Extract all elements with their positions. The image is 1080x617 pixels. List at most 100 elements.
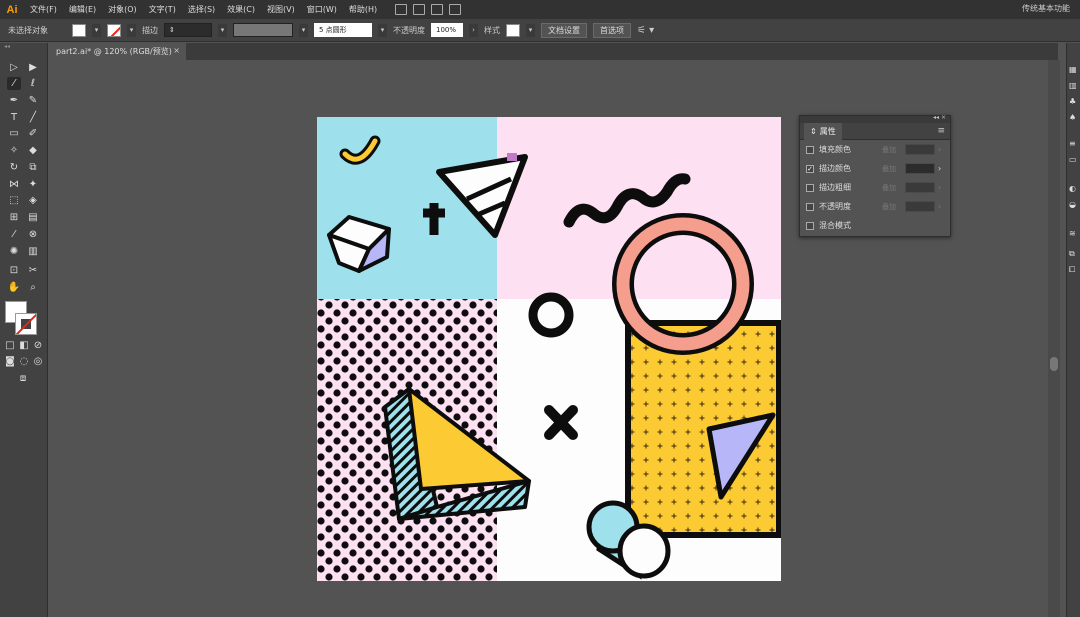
artboards-panel-icon[interactable]: ⧉ bbox=[1069, 249, 1079, 258]
width-tool-icon[interactable]: ⋈ bbox=[7, 178, 21, 191]
panel-collapse-icon[interactable]: ◂◂ × bbox=[933, 114, 946, 121]
transparency-panel-icon[interactable]: ◐ bbox=[1069, 184, 1079, 193]
eyedropper-tool-icon[interactable]: ⁄ bbox=[7, 228, 21, 241]
chevron-down-icon[interactable]: ▾ bbox=[378, 23, 387, 37]
rotate-tool-icon[interactable]: ↻ bbox=[7, 161, 21, 174]
checkbox-stroke-weight[interactable] bbox=[806, 183, 814, 192]
perspective-grid-tool-icon[interactable]: ⊞ bbox=[7, 211, 21, 224]
workspace-switcher[interactable]: 传统基本功能 bbox=[1022, 3, 1070, 14]
screen-mode-icon[interactable]: ⧈ bbox=[16, 372, 30, 385]
blend-tool-icon[interactable]: ⊗ bbox=[26, 228, 40, 241]
artboard[interactable] bbox=[317, 117, 781, 581]
opacity-label[interactable]: 不透明度 bbox=[393, 25, 425, 36]
document-setup-button[interactable]: 文档设置 bbox=[541, 22, 587, 38]
checkbox-stroke-color[interactable]: ✓ bbox=[806, 164, 814, 173]
opacity-field[interactable]: 100% bbox=[431, 23, 463, 37]
hand-tool-icon[interactable]: ✋ bbox=[7, 281, 21, 294]
line-tool-icon[interactable]: ╱ bbox=[26, 111, 40, 124]
lasso-tool-icon[interactable]: ℓ bbox=[26, 77, 40, 90]
checkbox-fill-color[interactable] bbox=[806, 145, 814, 154]
chevron-down-icon[interactable]: ▾ bbox=[218, 23, 227, 37]
chevron-right-icon[interactable]: › bbox=[938, 164, 941, 173]
menu-type[interactable]: 文字(T) bbox=[143, 4, 182, 15]
appearance-panel-icon[interactable]: ◒ bbox=[1069, 200, 1079, 209]
type-tool-icon[interactable]: T bbox=[7, 111, 21, 124]
slice-tool-icon[interactable]: ✂ bbox=[26, 264, 40, 277]
column-graph-tool-icon[interactable]: ▥ bbox=[26, 245, 40, 258]
magic-wand-tool-icon[interactable]: ⁄ bbox=[7, 77, 21, 90]
row-value-field[interactable] bbox=[905, 201, 935, 212]
checkbox-blend-mode[interactable] bbox=[806, 221, 814, 230]
menu-help[interactable]: 帮助(H) bbox=[343, 4, 383, 15]
pen-tool-icon[interactable]: ✒ bbox=[7, 94, 21, 107]
panel-tab[interactable]: ⇕ 属性 bbox=[804, 122, 842, 140]
symbol-sprayer-tool-icon[interactable]: ✺ bbox=[7, 245, 21, 258]
row-value-field[interactable] bbox=[905, 182, 935, 193]
layers-panel-icon[interactable]: ≋ bbox=[1069, 229, 1079, 238]
color-panel-icon[interactable]: ▦ bbox=[1069, 65, 1079, 74]
checkbox-opacity[interactable] bbox=[806, 202, 814, 211]
row-value-field[interactable] bbox=[905, 144, 935, 155]
none-mode-icon[interactable]: ⊘ bbox=[31, 339, 45, 352]
scrollbar-thumb[interactable] bbox=[1050, 357, 1058, 371]
brushes-panel-icon[interactable]: ♣ bbox=[1069, 97, 1079, 106]
stock-icon[interactable] bbox=[413, 4, 426, 15]
chevron-down-icon[interactable]: ▾ bbox=[92, 23, 101, 37]
shaper-tool-icon[interactable]: ✧ bbox=[7, 144, 21, 157]
zoom-tool-icon[interactable]: ⌕ bbox=[26, 281, 40, 294]
paintbrush-tool-icon[interactable]: ✐ bbox=[26, 127, 40, 140]
stroke-color-box[interactable] bbox=[15, 313, 37, 335]
chevron-down-icon[interactable]: ▾ bbox=[127, 23, 136, 37]
stroke-label[interactable]: 描边 bbox=[142, 25, 158, 36]
vertical-scrollbar[interactable] bbox=[1048, 60, 1060, 617]
chevron-down-icon[interactable]: ▾ bbox=[299, 23, 308, 37]
artboard-tool-icon[interactable]: ⊡ bbox=[7, 264, 21, 277]
draw-behind-icon[interactable]: ◌ bbox=[17, 355, 31, 368]
stroke-weight-field[interactable]: ⇕ bbox=[164, 23, 212, 37]
close-icon[interactable]: × bbox=[173, 46, 180, 55]
swatches-panel-icon[interactable]: ▥ bbox=[1069, 81, 1079, 90]
rectangle-tool-icon[interactable]: ▭ bbox=[7, 127, 21, 140]
menu-select[interactable]: 选择(S) bbox=[182, 4, 221, 15]
puppet-warp-tool-icon[interactable]: ✦ bbox=[26, 178, 40, 191]
menu-window[interactable]: 窗口(W) bbox=[301, 4, 343, 15]
arrange-icon[interactable]: ⚟ ▾ bbox=[637, 25, 654, 36]
draw-normal-icon[interactable]: ◙ bbox=[3, 355, 17, 368]
brush-definition-field[interactable]: 5 点圆形 bbox=[314, 23, 372, 37]
menu-object[interactable]: 对象(O) bbox=[102, 4, 143, 15]
menu-file[interactable]: 文件(F) bbox=[24, 4, 63, 15]
color-mode-icon[interactable]: □ bbox=[3, 339, 17, 352]
row-value-field[interactable] bbox=[905, 163, 935, 174]
gradient-tool-icon[interactable]: ▤ bbox=[26, 211, 40, 224]
gpu-performance-icon[interactable] bbox=[449, 4, 462, 15]
curvature-tool-icon[interactable]: ✎ bbox=[26, 94, 40, 107]
small-ring[interactable] bbox=[528, 292, 574, 338]
asset-export-icon[interactable]: ⧠ bbox=[1069, 265, 1079, 274]
draw-inside-icon[interactable]: ◎ bbox=[31, 355, 45, 368]
free-transform-tool-icon[interactable]: ⬚ bbox=[7, 194, 21, 207]
preferences-button[interactable]: 首选项 bbox=[593, 22, 631, 38]
panel-menu-icon[interactable]: ≡ bbox=[937, 126, 945, 136]
chevron-right-icon[interactable]: › bbox=[938, 145, 941, 154]
arrange-documents-icon[interactable] bbox=[431, 4, 444, 15]
selection-tool-icon[interactable]: ▷ bbox=[7, 61, 21, 74]
document-tab[interactable]: part2.ai* @ 120% (RGB/预览) × bbox=[48, 43, 186, 60]
menu-edit[interactable]: 编辑(E) bbox=[63, 4, 102, 15]
scale-tool-icon[interactable]: ⧉ bbox=[26, 161, 40, 174]
bridge-icon[interactable] bbox=[395, 4, 408, 15]
chevron-right-icon[interactable]: › bbox=[938, 202, 941, 211]
chevron-down-icon[interactable]: ▾ bbox=[526, 23, 535, 37]
stroke-swatch[interactable] bbox=[107, 23, 121, 37]
chevron-right-icon[interactable]: › bbox=[469, 23, 478, 37]
chevron-right-icon[interactable]: › bbox=[938, 183, 941, 192]
panel-grip-icon[interactable]: ◂◂ bbox=[4, 43, 44, 50]
stroke-panel-icon[interactable]: ≡ bbox=[1069, 139, 1079, 148]
fill-swatch[interactable] bbox=[72, 23, 86, 37]
shape-builder-tool-icon[interactable]: ◈ bbox=[26, 194, 40, 207]
menu-effect[interactable]: 效果(C) bbox=[221, 4, 261, 15]
menu-view[interactable]: 视图(V) bbox=[261, 4, 301, 15]
gradient-mode-icon[interactable]: ◧ bbox=[17, 339, 31, 352]
graphic-style-swatch[interactable] bbox=[506, 23, 520, 37]
symbols-panel-icon[interactable]: ♠ bbox=[1069, 113, 1079, 122]
direct-selection-tool-icon[interactable]: ▶ bbox=[26, 61, 40, 74]
